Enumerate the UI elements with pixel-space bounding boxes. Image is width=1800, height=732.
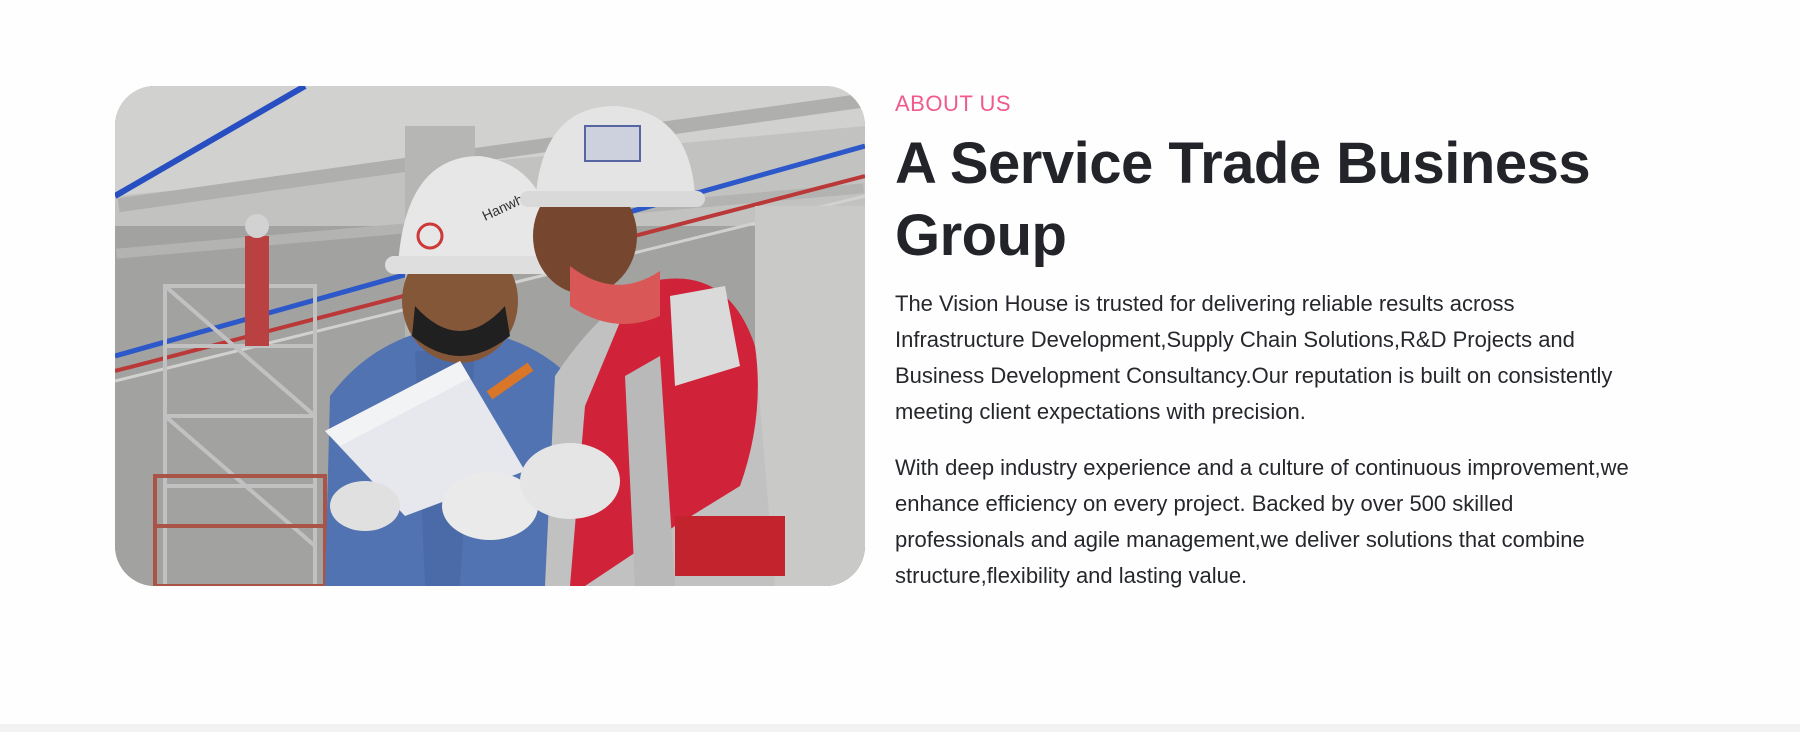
section-heading: A Service Trade Business Group: [895, 131, 1591, 268]
about-section: Hanwha ABOUT US A Service Trade Business…: [115, 86, 1675, 588]
about-text: ABOUT US A Service Trade Business Group …: [895, 86, 1655, 594]
section-eyebrow: ABOUT US: [895, 91, 1012, 116]
next-section-edge: [0, 724, 1800, 732]
page: Hanwha ABOUT US A Service Trade Business…: [0, 0, 1800, 732]
about-photo: Hanwha: [115, 86, 865, 586]
about-paragraph-1: The Vision House is trusted for deliveri…: [895, 291, 1613, 424]
workers-illustration: Hanwha: [115, 86, 865, 586]
about-paragraph-2: With deep industry experience and a cult…: [895, 455, 1629, 588]
